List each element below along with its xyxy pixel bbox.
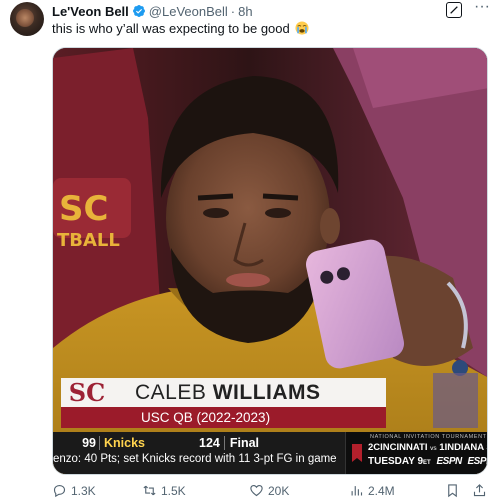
promo-matchup: 2CINCINNATI vs 1INDIANA ST xyxy=(368,442,487,453)
score-ticker: 99 Knicks 124 Final enzo: 40 Pts; set Kn… xyxy=(53,432,488,474)
heart-icon xyxy=(250,484,263,497)
promo-date: TUESDAY 9ET ESPN ESPN+ xyxy=(368,456,488,467)
views-icon xyxy=(351,486,363,496)
promo-title: NATIONAL INVITATION TOURNAMENT xyxy=(370,434,487,440)
author-handle[interactable]: @LeVeonBell xyxy=(149,4,228,19)
views-button[interactable]: 2.4M xyxy=(349,483,395,498)
avatar[interactable] xyxy=(10,2,44,36)
ticker-team-name: Knicks xyxy=(99,435,145,450)
view-count: 2.4M xyxy=(368,483,395,498)
ticker-score-line: 99 Knicks 124 Final xyxy=(76,434,346,451)
tweet-body: this is who y’all was expecting to be go… xyxy=(52,21,290,36)
tweet-header: Le'Veon Bell @LeVeonBell · 8h xyxy=(52,3,253,19)
share-icon xyxy=(473,484,486,497)
author-display-name[interactable]: Le'Veon Bell xyxy=(52,4,129,19)
player-subtitle: USC QB (2022-2023) xyxy=(141,410,271,425)
verified-badge-icon[interactable] xyxy=(132,4,146,18)
ticker-away-score: 99 xyxy=(82,435,96,450)
separator-dot: · xyxy=(230,3,236,19)
ticker-news-line: enzo: 40 Pts; set Knicks record with 11 … xyxy=(53,453,337,465)
player-first-name: CALEB xyxy=(135,380,207,404)
promo-team-1: CINCINNATI xyxy=(373,442,428,453)
avatar-photo xyxy=(16,9,34,27)
ticker-promo-box: NATIONAL INVITATION TOURNAMENT 2CINCINNA… xyxy=(345,432,488,474)
nit-logo-icon xyxy=(352,444,362,462)
tweet-action-bar: 1.3K 1.5K 20K 2.4M xyxy=(52,483,500,500)
tweet-text: this is who y’all was expecting to be go… xyxy=(52,21,309,36)
tweet-card: Le'Veon Bell @LeVeonBell · 8h ··· this i… xyxy=(0,0,500,500)
ticker-game-status: Final xyxy=(223,435,259,450)
bookmark-icon xyxy=(448,484,457,498)
tweet-timestamp[interactable]: 8h xyxy=(238,4,252,19)
tweet-media-image[interactable]: SC TBALL SC CALEB WILLIAMS USC QB (2022-… xyxy=(52,47,488,475)
player-name-bar: SC CALEB WILLIAMS xyxy=(61,378,386,407)
player-subtitle-bar: USC QB (2022-2023) xyxy=(61,407,386,428)
share-button[interactable] xyxy=(472,483,487,498)
retweet-count: 1.5K xyxy=(161,483,186,498)
promo-date-suffix: ET xyxy=(423,460,431,466)
retweet-button[interactable]: 1.5K xyxy=(142,483,186,498)
promo-vs: vs xyxy=(430,445,437,452)
promo-day: TUESDAY 9 xyxy=(368,456,424,467)
jersey-letters-football: TBALL xyxy=(57,230,120,251)
retweet-icon xyxy=(143,485,156,496)
loudly-crying-face-emoji-icon xyxy=(295,21,309,35)
like-button[interactable]: 20K xyxy=(249,483,289,498)
broadcast-lower-third: SC CALEB WILLIAMS USC QB (2022-2023) xyxy=(61,378,441,428)
bookmark-button[interactable] xyxy=(445,483,460,498)
player-last-name: WILLIAMS xyxy=(212,380,321,404)
reply-count: 1.3K xyxy=(71,483,96,498)
reply-button[interactable]: 1.3K xyxy=(52,483,96,498)
player-name: CALEB WILLIAMS xyxy=(135,381,321,405)
grok-icon[interactable] xyxy=(446,2,462,18)
promo-team-2: INDIANA ST xyxy=(444,442,487,453)
ticker-home-score: 124 xyxy=(199,435,220,450)
jersey-letters-sc: SC xyxy=(59,189,108,229)
more-icon[interactable]: ··· xyxy=(471,0,493,18)
reply-icon xyxy=(53,484,66,498)
promo-network-espn: ESPN xyxy=(436,456,462,467)
usc-logo: SC xyxy=(68,378,106,407)
like-count: 20K xyxy=(268,483,290,498)
promo-network-espn-plus: ESPN+ xyxy=(467,456,488,467)
